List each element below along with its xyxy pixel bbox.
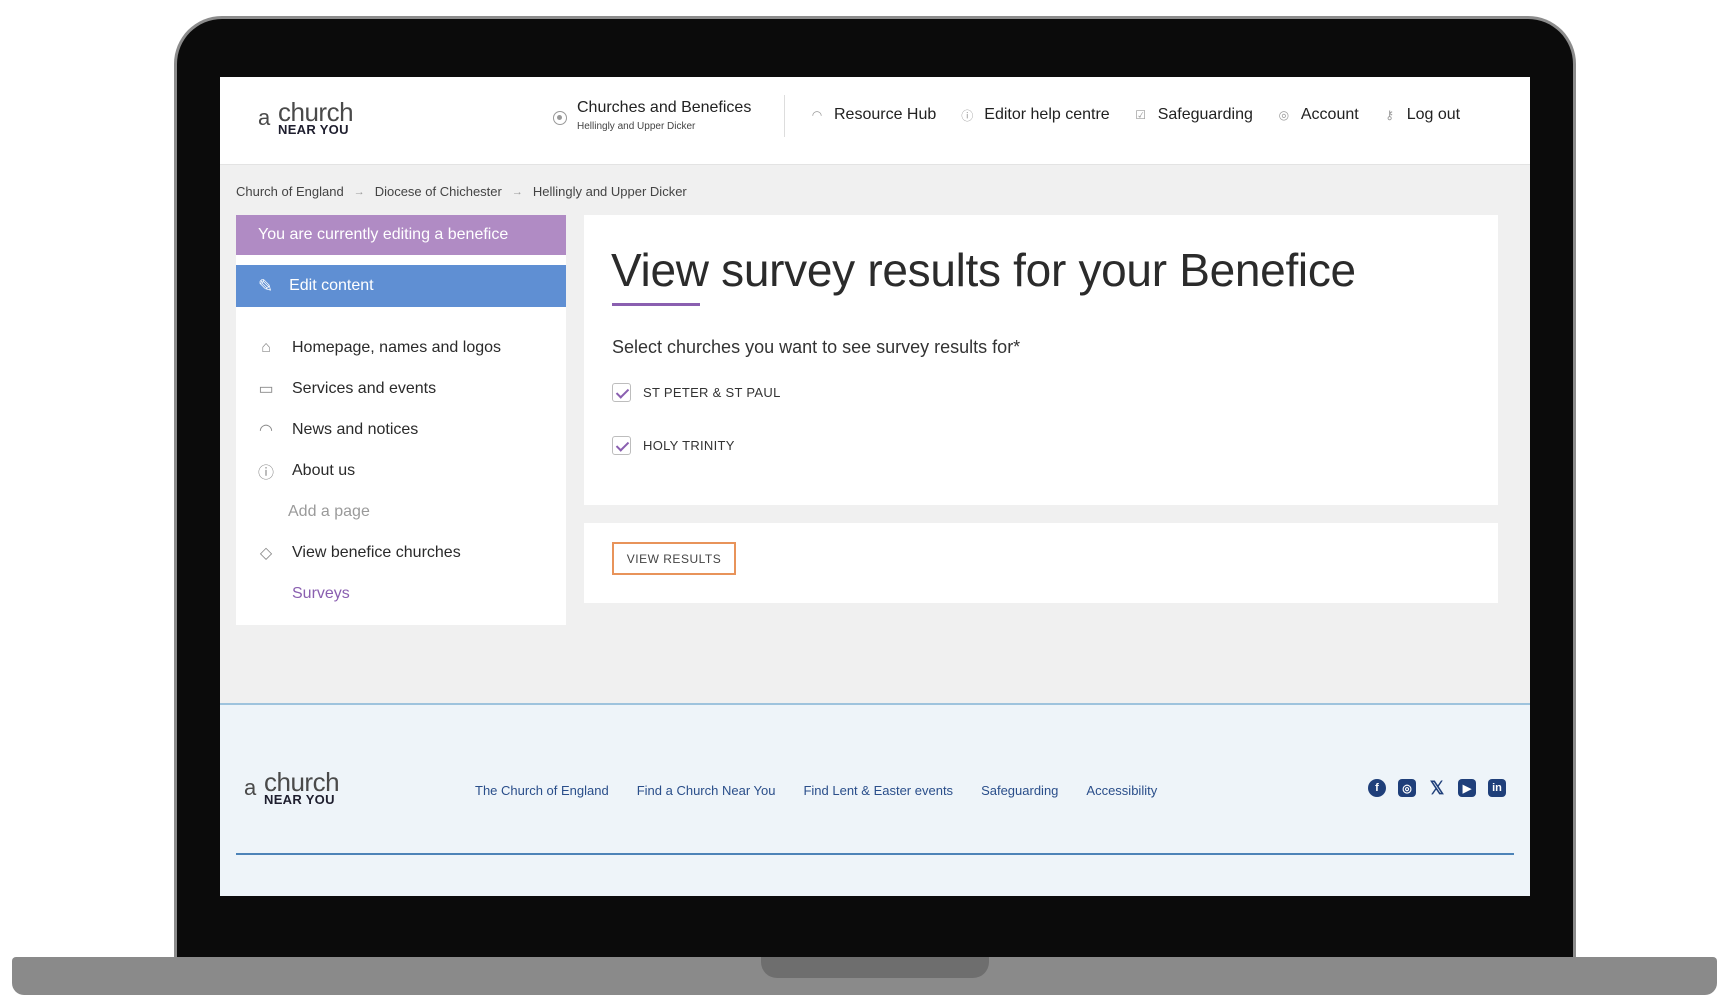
edit-content-label: Edit content bbox=[289, 277, 374, 294]
breadcrumb-benefice[interactable]: Hellingly and Upper Dicker bbox=[533, 184, 687, 199]
laptop-notch bbox=[761, 957, 989, 978]
breadcrumb-church-of-england[interactable]: Church of England bbox=[236, 184, 344, 199]
instagram-icon[interactable]: ◎ bbox=[1398, 779, 1416, 797]
breadcrumb: Church of England → Diocese of Chicheste… bbox=[236, 184, 687, 199]
sidebar-menu: ⌂ Homepage, names and logos ▭ Services a… bbox=[256, 327, 556, 614]
sidebar-item-label: News and notices bbox=[292, 420, 419, 438]
linkedin-icon[interactable]: in bbox=[1488, 779, 1506, 797]
checkbox-checked[interactable] bbox=[612, 436, 631, 455]
sidebar-item-services-events[interactable]: ▭ Services and events bbox=[256, 368, 556, 409]
church-label: HOLY TRINITY bbox=[643, 438, 735, 453]
sidebar-item-label: Add a page bbox=[288, 502, 370, 520]
survey-selection-card: View survey results for your Benefice Se… bbox=[584, 215, 1498, 505]
footer-link-lent-easter[interactable]: Find Lent & Easter events bbox=[803, 783, 953, 798]
action-card: VIEW RESULTS bbox=[584, 523, 1498, 603]
footer-link-find-a-church[interactable]: Find a Church Near You bbox=[637, 783, 776, 798]
arrow-right-icon: → bbox=[353, 185, 365, 198]
footer-logo[interactable]: a church NEAR YOU bbox=[244, 767, 344, 813]
page-title: View survey results for your Benefice bbox=[611, 244, 1356, 296]
x-icon[interactable]: 𝕏 bbox=[1428, 778, 1446, 798]
logo-near-you: NEAR YOU bbox=[264, 792, 335, 807]
site-header: a church NEAR YOU Churches and Benefices… bbox=[220, 77, 1530, 165]
sidebar-item-news-notices[interactable]: ◠ News and notices bbox=[256, 409, 556, 450]
home-icon: ⌂ bbox=[261, 338, 271, 356]
laptop-screen: a church NEAR YOU Churches and Benefices… bbox=[220, 77, 1530, 896]
benefice-title: Churches and Benefices bbox=[577, 99, 752, 116]
header-nav: ◠ Resource Hub ⓘ Editor help centre ☑ Sa… bbox=[810, 106, 1460, 124]
target-icon bbox=[553, 111, 567, 125]
title-underline bbox=[612, 303, 700, 306]
select-churches-label: Select churches you want to see survey r… bbox=[612, 337, 1021, 357]
a-church-near-you-logo[interactable]: a church NEAR YOU bbox=[258, 97, 358, 143]
pencil-icon: ✎ bbox=[258, 275, 274, 296]
edit-content-button[interactable]: ✎ Edit content bbox=[236, 265, 566, 307]
nav-label: Editor help centre bbox=[984, 106, 1110, 123]
editor-sidebar: You are currently editing a benefice ✎ E… bbox=[236, 215, 566, 625]
broadcast-icon: ◠ bbox=[259, 421, 273, 439]
breadcrumb-diocese[interactable]: Diocese of Chichester bbox=[375, 184, 502, 199]
key-icon: ⚷ bbox=[1385, 108, 1395, 122]
sidebar-item-label: About us bbox=[292, 461, 356, 479]
nav-safeguarding[interactable]: ☑ Safeguarding bbox=[1134, 106, 1253, 124]
benefice-subtitle: Hellingly and Upper Dicker bbox=[577, 121, 696, 132]
site-footer: a church NEAR YOU The Church of England … bbox=[220, 703, 1530, 896]
info-icon: ⓘ bbox=[257, 464, 274, 482]
footer-link-church-of-england[interactable]: The Church of England bbox=[475, 783, 609, 798]
sidebar-item-label: Homepage, names and logos bbox=[292, 338, 502, 356]
youtube-icon[interactable]: ▶ bbox=[1458, 779, 1476, 797]
logo-near-you: NEAR YOU bbox=[278, 122, 349, 137]
logo-a: a bbox=[244, 775, 257, 800]
footer-links: The Church of England Find a Church Near… bbox=[475, 783, 1157, 798]
sidebar-item-surveys[interactable]: Surveys bbox=[256, 573, 556, 614]
churches-and-benefices-menu[interactable]: Churches and Benefices Hellingly and Upp… bbox=[553, 97, 751, 147]
nav-label: Resource Hub bbox=[834, 106, 937, 123]
footer-link-safeguarding[interactable]: Safeguarding bbox=[981, 783, 1058, 798]
checkbox-checked[interactable] bbox=[612, 383, 631, 402]
calendar-icon: ▭ bbox=[258, 380, 274, 398]
footer-divider bbox=[236, 853, 1514, 855]
nav-resource-hub[interactable]: ◠ Resource Hub bbox=[810, 106, 937, 124]
sidebar-item-label: View benefice churches bbox=[292, 543, 461, 561]
broadcast-icon: ◠ bbox=[811, 108, 823, 122]
diamond-icon: ◇ bbox=[259, 544, 273, 562]
nav-editor-help-centre[interactable]: ⓘ Editor help centre bbox=[960, 106, 1109, 124]
nav-label: Safeguarding bbox=[1157, 106, 1253, 123]
church-label: ST PETER & ST PAUL bbox=[643, 385, 781, 400]
church-checkbox-row[interactable]: HOLY TRINITY bbox=[612, 436, 735, 455]
arrow-right-icon: → bbox=[511, 185, 523, 198]
editing-benefice-banner: You are currently editing a benefice bbox=[236, 215, 566, 255]
church-checkbox-row[interactable]: ST PETER & ST PAUL bbox=[612, 383, 781, 402]
facebook-icon[interactable]: f bbox=[1368, 779, 1386, 797]
nav-label: Log out bbox=[1406, 106, 1461, 123]
sidebar-item-label: Services and events bbox=[292, 379, 437, 397]
sidebar-item-view-benefice-churches[interactable]: ◇ View benefice churches bbox=[256, 532, 556, 573]
help-icon: ⓘ bbox=[961, 108, 974, 123]
sidebar-item-label: Surveys bbox=[292, 584, 350, 602]
view-results-button[interactable]: VIEW RESULTS bbox=[612, 542, 736, 575]
nav-account[interactable]: ◎ Account bbox=[1277, 106, 1359, 124]
sidebar-item-homepage[interactable]: ⌂ Homepage, names and logos bbox=[256, 327, 556, 368]
sidebar-item-about-us[interactable]: ⓘ About us bbox=[256, 450, 556, 491]
nav-label: Account bbox=[1300, 106, 1359, 123]
social-links: f ◎ 𝕏 ▶ in bbox=[1368, 778, 1506, 798]
footer-link-accessibility[interactable]: Accessibility bbox=[1086, 783, 1157, 798]
account-icon: ◎ bbox=[1278, 108, 1290, 122]
header-divider bbox=[784, 95, 785, 137]
nav-log-out[interactable]: ⚷ Log out bbox=[1383, 106, 1460, 124]
sidebar-item-add-page[interactable]: Add a page bbox=[256, 491, 556, 532]
checkbox-icon: ☑ bbox=[1135, 108, 1147, 122]
logo-a: a bbox=[258, 105, 271, 130]
